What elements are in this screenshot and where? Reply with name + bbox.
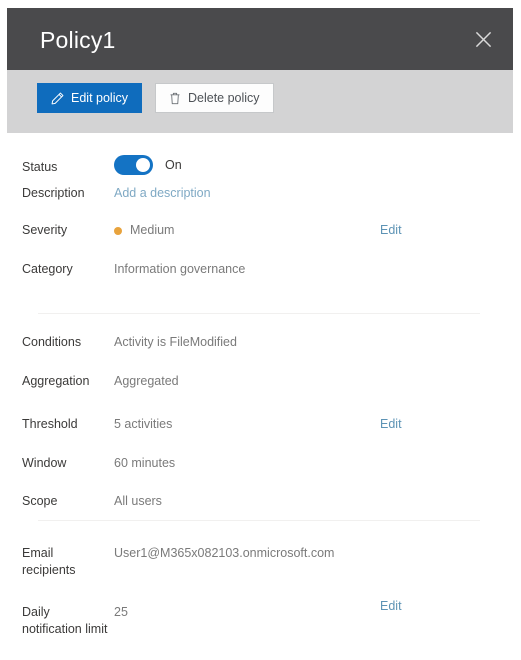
severity-value-group: Medium xyxy=(114,222,174,239)
conditions-value: Activity is FileModified xyxy=(114,335,237,349)
status-label: Status xyxy=(22,160,58,174)
email-recipients-label: Email recipients xyxy=(22,546,76,577)
scope-value: All users xyxy=(114,494,162,508)
status-toggle[interactable] xyxy=(114,155,153,175)
conditions-label: Conditions xyxy=(22,335,82,349)
command-bar: Edit policy Delete policy xyxy=(7,70,513,133)
close-button[interactable] xyxy=(461,17,505,61)
window-label: Window xyxy=(22,456,67,470)
page-title: Policy1 xyxy=(40,27,116,53)
delete-policy-label: Delete policy xyxy=(187,91,260,105)
severity-dot-icon xyxy=(114,226,122,235)
threshold-label: Threshold xyxy=(22,417,78,431)
section-divider xyxy=(38,313,480,314)
section-divider xyxy=(38,520,480,521)
edit-daily-notification-limit-link[interactable]: Edit xyxy=(380,598,402,615)
daily-notification-limit-value: 25 xyxy=(114,605,128,619)
threshold-value: 5 activities xyxy=(114,417,173,431)
pencil-icon xyxy=(51,92,64,105)
policy-details-panel: Policy1 Edit policy Delete policy Status… xyxy=(0,0,521,660)
daily-notification-limit-label: Daily notification limit xyxy=(22,605,108,636)
aggregation-label: Aggregation xyxy=(22,374,90,388)
edit-severity-link[interactable]: Edit xyxy=(380,222,402,239)
panel-header: Policy1 xyxy=(7,8,513,70)
delete-policy-button[interactable]: Delete policy xyxy=(154,83,274,113)
category-value: Information governance xyxy=(114,262,246,276)
category-label: Category xyxy=(22,262,73,276)
severity-label: Severity xyxy=(22,223,68,237)
add-description-link[interactable]: Add a description xyxy=(114,186,211,200)
aggregation-value: Aggregated xyxy=(114,374,179,388)
scope-label: Scope xyxy=(22,494,58,508)
severity-value: Medium xyxy=(130,223,175,237)
description-label: Description xyxy=(22,186,85,200)
edit-threshold-link[interactable]: Edit xyxy=(380,416,402,433)
status-toggle-group: On xyxy=(114,155,182,175)
window-value: 60 minutes xyxy=(114,456,176,470)
close-icon xyxy=(475,31,492,48)
trash-icon xyxy=(169,92,181,105)
edit-policy-button[interactable]: Edit policy xyxy=(37,83,142,113)
toggle-knob xyxy=(136,158,150,172)
status-toggle-value: On xyxy=(165,157,182,172)
policy-details-list: Status On Description Add a description … xyxy=(0,133,521,660)
email-recipients-value: User1@M365x082103.onmicrosoft.com xyxy=(114,546,335,560)
edit-policy-label: Edit policy xyxy=(71,91,128,105)
command-bar-buttons: Edit policy Delete policy xyxy=(37,83,274,113)
